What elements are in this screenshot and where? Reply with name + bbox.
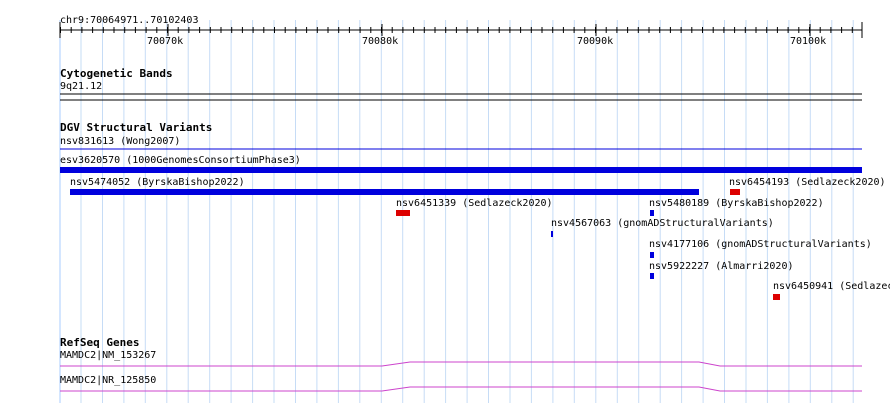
sv-feature-bar <box>70 189 699 195</box>
sv-feature-bar <box>730 189 740 195</box>
ruler-tick-label: 70090k <box>577 36 614 47</box>
refseq-track-title[interactable]: RefSeq Genes <box>60 337 139 349</box>
sv-feature-label[interactable]: nsv4177106 (gnomADStructuralVariants) <box>649 239 872 250</box>
sv-feature-bar <box>650 252 654 258</box>
sv-feature-label[interactable]: nsv4567063 (gnomADStructuralVariants) <box>551 218 774 229</box>
cytoband-track-title[interactable]: Cytogenetic Bands <box>60 68 173 80</box>
sv-feature-bar <box>551 231 553 237</box>
sv-feature-label[interactable]: esv3620570 (1000GenomesConsortiumPhase3) <box>60 155 301 166</box>
ruler-tick-label: 70100k <box>790 36 827 47</box>
gene-label[interactable]: MAMDC2|NR_125850 <box>60 375 156 386</box>
gene-model <box>60 361 862 367</box>
dgv-track-title[interactable]: DGV Structural Variants <box>60 122 212 134</box>
sv-feature-label[interactable]: nsv5922227 (Almarri2020) <box>649 261 794 272</box>
sv-feature-label[interactable]: nsv831613 (Wong2007) <box>60 136 180 147</box>
sv-feature-bar <box>396 210 410 216</box>
sv-feature-label[interactable]: nsv6454193 (Sedlazeck2020) <box>729 177 886 188</box>
gene-model <box>60 386 862 392</box>
sv-feature-label[interactable]: nsv5474052 (ByrskaBishop2022) <box>70 177 245 188</box>
sv-feature-bar <box>773 294 780 300</box>
region-label: chr9:70064971..70102403 <box>60 15 199 26</box>
sv-feature-label[interactable]: nsv5480189 (ByrskaBishop2022) <box>649 198 824 209</box>
cytoband-label: 9q21.12 <box>60 81 103 92</box>
ruler-tick-label: 70080k <box>362 36 399 47</box>
genome-browser-view: chr9:70064971..70102403 70070k 70080k 70… <box>0 0 890 403</box>
sv-feature-label[interactable]: nsv6451339 (Sedlazeck2020) <box>396 198 553 209</box>
ruler-tick-label: 70070k <box>147 36 184 47</box>
gene-label[interactable]: MAMDC2|NM_153267 <box>60 350 156 361</box>
sv-feature-label[interactable]: nsv6450941 (Sedlazeck2020) <box>773 281 890 292</box>
sv-feature-bar <box>60 167 862 173</box>
sv-feature-bar <box>650 210 654 216</box>
sv-feature-bar <box>650 273 654 279</box>
